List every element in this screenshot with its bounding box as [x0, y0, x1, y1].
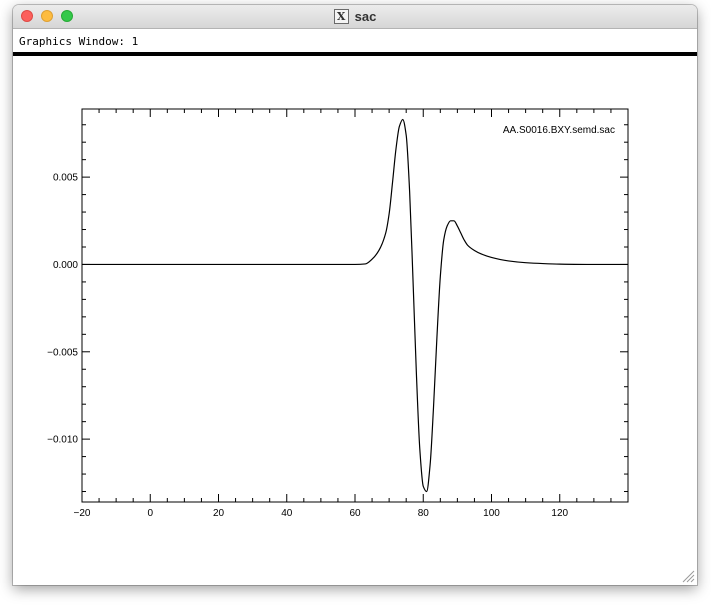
x-tick-label: 100: [483, 508, 500, 519]
seismogram-plot: −20 0 20 40 60 80 100 120 0.005 0.000 −0.005 −0.01…: [47, 108, 629, 519]
y-tick-label: 0.005: [53, 173, 78, 184]
x-tick-label: 0: [147, 508, 153, 519]
y-tick-labels: 0.005 0.000 −0.005 −0.010: [47, 173, 78, 446]
x-tick-label: 40: [281, 508, 293, 519]
x-tick-labels: −20 0 20 40 60 80 100 120: [74, 508, 569, 519]
resize-grip-icon[interactable]: [682, 570, 695, 583]
y-tick-label: −0.010: [47, 435, 78, 446]
sac-window: X sac Graphics Window: 1 −20 0 20 40 60 80 100…: [13, 5, 697, 585]
chart-title: AA.S0016.BXY.semd.sac: [503, 125, 615, 136]
waveform-trace: [81, 118, 628, 493]
x-tick-label: 120: [551, 508, 568, 519]
tick-marks: [81, 109, 629, 502]
x-tick-label: 60: [349, 508, 361, 519]
plot-frame: [81, 108, 629, 503]
x-tick-label: 80: [418, 508, 430, 519]
x-tick-label: −20: [74, 508, 91, 519]
x-tick-label: 20: [213, 508, 225, 519]
y-tick-label: −0.005: [47, 347, 78, 358]
y-tick-label: 0.000: [53, 260, 78, 271]
